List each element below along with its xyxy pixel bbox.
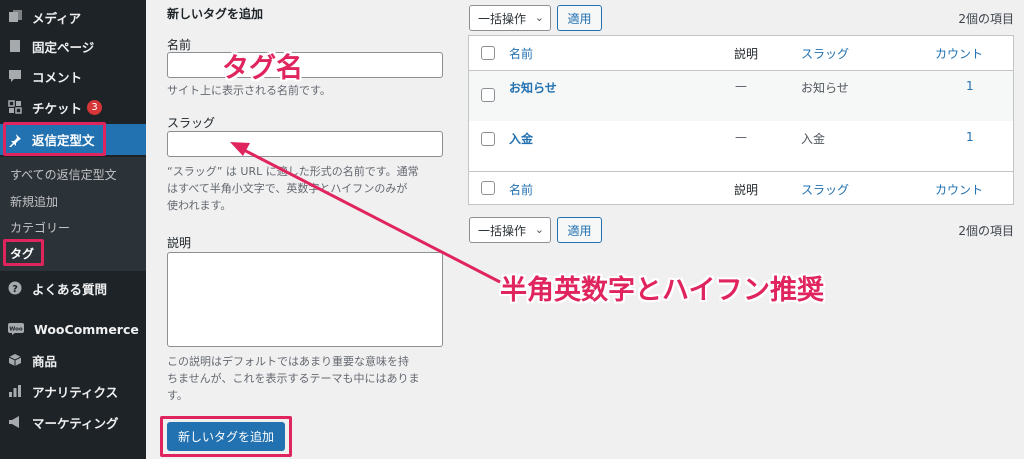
tag-name-annotation: タグ名: [222, 53, 303, 84]
slug-recommendation-annotation: 半角英数字とハイフン推奨: [500, 275, 824, 306]
annotation-arrow: [230, 142, 501, 284]
